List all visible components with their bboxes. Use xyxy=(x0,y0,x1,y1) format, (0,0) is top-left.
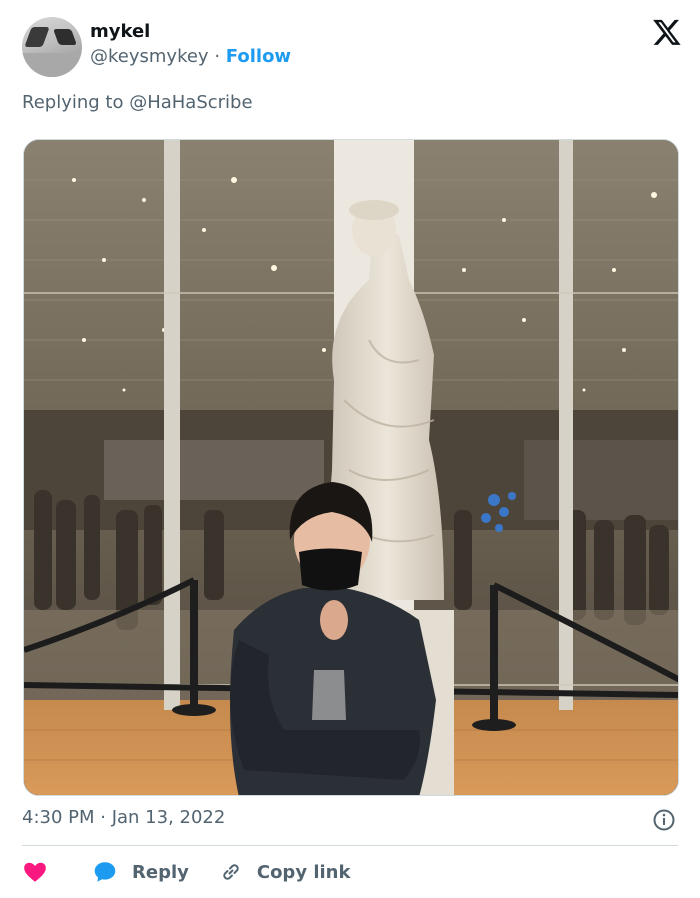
separator-dot: · xyxy=(214,46,221,67)
tweet-timestamp[interactable]: 4:30 PM · Jan 13, 2022 xyxy=(22,807,225,828)
action-bar: Reply Copy link xyxy=(22,856,380,888)
author-handle[interactable]: @keysmykey xyxy=(90,46,209,67)
tweet-photo[interactable] xyxy=(23,139,679,796)
copy-link-action[interactable]: Copy link xyxy=(219,860,351,884)
reply-label: Reply xyxy=(132,861,189,883)
avatar[interactable] xyxy=(22,17,82,77)
info-icon[interactable] xyxy=(652,808,676,832)
link-icon xyxy=(223,864,239,880)
x-logo-icon[interactable] xyxy=(652,17,682,47)
reply-action[interactable]: Reply xyxy=(92,859,189,885)
replying-to-text: Replying to @HaHaScribe xyxy=(22,92,253,113)
follow-button[interactable]: Follow xyxy=(226,46,291,67)
divider xyxy=(22,845,678,846)
like-action[interactable] xyxy=(22,859,48,885)
copy-link-label: Copy link xyxy=(256,861,351,883)
reply-bubble-icon xyxy=(94,862,116,882)
tweet-card: mykel @keysmykey · Follow Replying to @H… xyxy=(0,0,700,898)
heart-icon[interactable] xyxy=(22,859,48,885)
tweet-header: mykel @keysmykey · Follow xyxy=(22,17,682,77)
author-info: mykel @keysmykey · Follow xyxy=(90,21,291,71)
author-display-name[interactable]: mykel xyxy=(90,21,291,43)
author-handle-line: @keysmykey · Follow xyxy=(90,43,291,71)
